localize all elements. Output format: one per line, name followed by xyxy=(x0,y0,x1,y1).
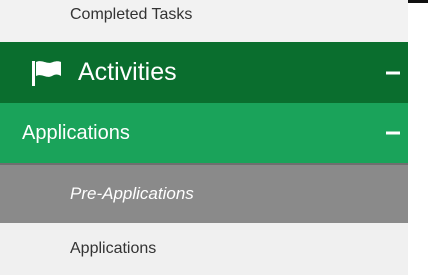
menu-item-label: Applications xyxy=(70,240,157,257)
menu-section-activities[interactable]: Activities xyxy=(0,42,408,103)
flag-icon xyxy=(32,60,62,86)
collapse-icon[interactable] xyxy=(386,71,400,74)
menu-item-completed-tasks[interactable]: Completed Tasks xyxy=(0,0,408,42)
top-edge-strip xyxy=(408,0,428,3)
menu-group-applications[interactable]: Applications xyxy=(0,103,408,163)
menu-item-label: Pre-Applications xyxy=(70,184,194,203)
menu-group-label: Applications xyxy=(22,121,130,144)
menu-section-label: Activities xyxy=(78,58,177,86)
menu-item-label: Completed Tasks xyxy=(70,6,193,23)
menu-item-applications[interactable]: Applications xyxy=(0,223,408,275)
sidebar-nav: Completed Tasks Activities Applications … xyxy=(0,0,428,275)
collapse-icon[interactable] xyxy=(386,131,400,135)
menu-item-pre-applications[interactable]: Pre-Applications xyxy=(0,163,408,223)
